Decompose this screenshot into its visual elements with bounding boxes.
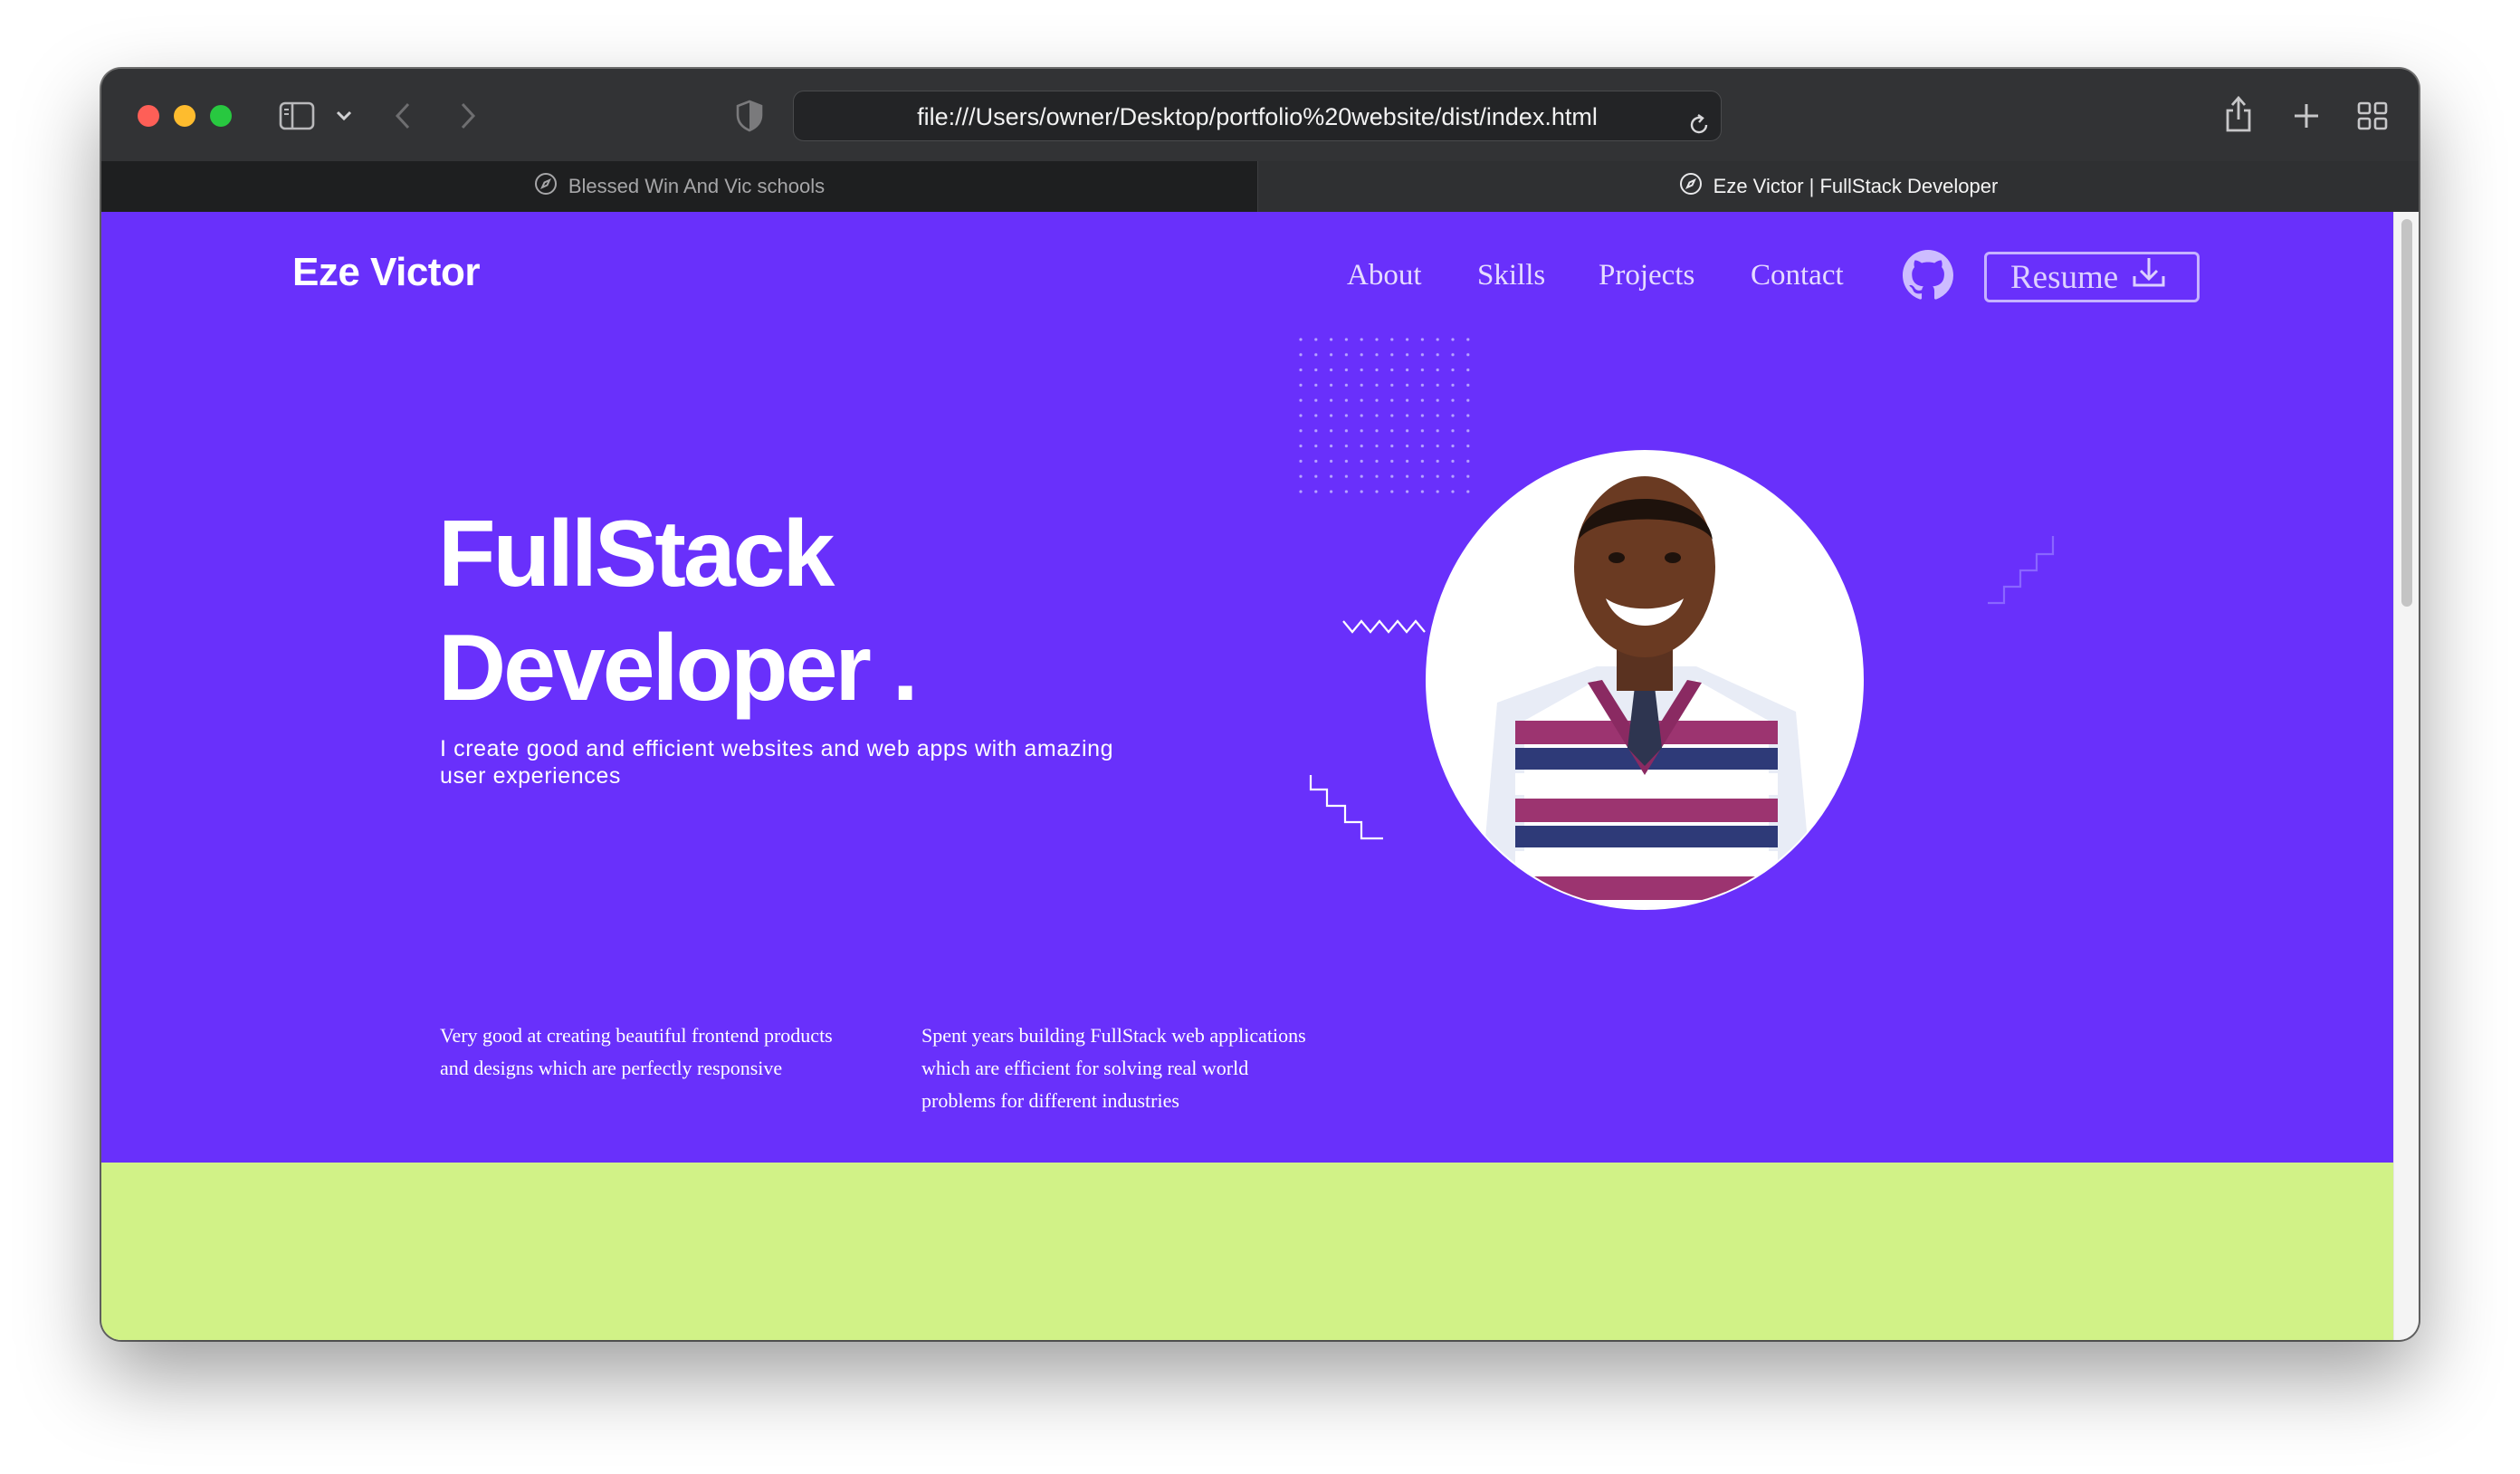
close-window-button[interactable] (138, 105, 159, 127)
compass-icon (1679, 172, 1703, 201)
nav-projects[interactable]: Projects (1599, 259, 1694, 292)
tab-title: Eze Victor | FullStack Developer (1713, 175, 1999, 197)
tab-bar: Blessed Win And Vic schools Eze Victor |… (101, 161, 2419, 212)
profile-photo (1426, 450, 1864, 910)
address-bar[interactable]: file:///Users/owner/Desktop/portfolio%20… (793, 91, 1722, 141)
hero-title-line1: FullStack (438, 502, 835, 607)
reload-icon[interactable] (1686, 104, 1712, 155)
stair-decoration-faint (1988, 536, 2055, 605)
nav-about[interactable]: About (1347, 259, 1422, 292)
chevron-down-icon[interactable] (335, 109, 353, 123)
site-logo[interactable]: Eze Victor (292, 250, 480, 295)
stair-decoration (1309, 775, 1383, 840)
page-scrollbar[interactable] (2393, 212, 2419, 1340)
web-page: Eze Victor About Skills Projects Contact… (101, 212, 2419, 1340)
sidebar-icon[interactable] (279, 101, 315, 130)
hero-title-line2: Developer . (438, 616, 919, 721)
download-icon (2131, 254, 2167, 300)
feature-fullstack: Spent years building FullStack web appli… (921, 1024, 1306, 1112)
scrollbar-thumb[interactable] (2401, 219, 2412, 607)
address-url: file:///Users/owner/Desktop/portfolio%20… (917, 103, 1598, 130)
zigzag-decoration (1342, 619, 1426, 634)
plus-icon[interactable] (2292, 101, 2321, 130)
github-icon[interactable] (1903, 250, 1953, 305)
nav-contact[interactable]: Contact (1751, 259, 1844, 292)
nav-skills[interactable]: Skills (1477, 259, 1545, 292)
tab-eze-victor[interactable]: Eze Victor | FullStack Developer (1257, 161, 2419, 212)
tab-blessed-win[interactable]: Blessed Win And Vic schools (101, 161, 1257, 212)
minimize-window-button[interactable] (174, 105, 196, 127)
hero-section: Eze Victor About Skills Projects Contact… (101, 212, 2393, 1163)
tab-overview-icon[interactable] (2357, 101, 2388, 130)
browser-window: file:///Users/owner/Desktop/portfolio%20… (101, 69, 2419, 1340)
shield-icon[interactable] (735, 100, 764, 132)
feature-frontend: Very good at creating beautiful frontend… (440, 1024, 833, 1079)
browser-toolbar: file:///Users/owner/Desktop/portfolio%20… (101, 69, 2419, 161)
back-icon[interactable] (393, 101, 413, 130)
tab-title: Blessed Win And Vic schools (568, 175, 826, 197)
next-section (101, 1163, 2393, 1340)
forward-icon[interactable] (458, 101, 478, 130)
resume-button[interactable]: Resume (1984, 252, 2200, 302)
share-icon[interactable] (2223, 94, 2254, 134)
zoom-window-button[interactable] (210, 105, 232, 127)
resume-label: Resume (2010, 258, 2119, 296)
compass-icon (534, 172, 558, 201)
hero-tagline: I create good and efficient websites and… (440, 736, 1114, 789)
